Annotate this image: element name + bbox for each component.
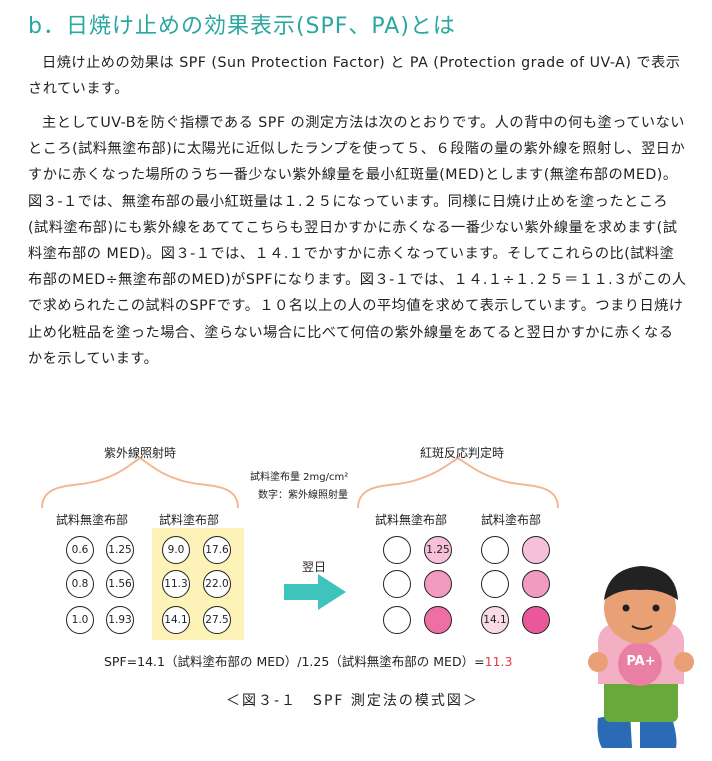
result-circle [383,606,411,634]
spf-formula: SPF=14.1（試料塗布部の MED）/1.25（試料無塗布部の MED）=1… [104,651,512,670]
dose-circle: 17.6 [203,536,231,564]
dose-circle: 1.93 [106,606,134,634]
dose-circle: 0.6 [66,536,94,564]
dose-circle: 14.1 [162,606,190,634]
result-circle: 1.25 [424,536,452,564]
label-result-untreated-area: 試料無塗布部 [375,513,448,527]
result-circle [522,570,550,598]
label-next-day: 翌日 [302,560,327,574]
dose-circle: 1.25 [106,536,134,564]
spf-formula-result: 11.3 [484,654,513,669]
dose-circle: 1.0 [66,606,94,634]
left-brace [41,456,239,509]
result-circle [481,536,509,564]
note-numbers-legend: 数字：紫外線照射量 [258,490,348,501]
next-day-arrow [284,574,346,610]
result-circle [383,570,411,598]
result-circle [522,606,550,634]
right-brace [357,456,559,509]
label-untreated-area: 試料無塗布部 [56,513,129,527]
dose-circle: 9.0 [162,536,190,564]
dose-circle: 27.5 [203,606,231,634]
dose-circle: 1.56 [106,570,134,598]
result-circle [424,570,452,598]
dose-circle: 22.0 [203,570,231,598]
result-circle [522,536,550,564]
label-irradiation: 紫外線照射時 [104,446,177,460]
result-circle [481,570,509,598]
spf-formula-text: SPF=14.1（試料塗布部の MED）/1.25（試料無塗布部の MED）= [104,654,485,669]
label-evaluation: 紅斑反応判定時 [420,446,505,460]
label-treated-area: 試料塗布部 [159,513,220,527]
result-circle [424,606,452,634]
dose-circle: 0.8 [66,570,94,598]
dose-circle: 11.3 [162,570,190,598]
figure-caption: ＜図３-１ SPF 測定法の模式図＞ [226,693,479,709]
label-result-treated-area: 試料塗布部 [481,513,542,527]
result-circle [383,536,411,564]
figure-decorations [41,456,694,748]
mascot-badge: PA+ [626,654,656,669]
result-circle: 14.1 [481,606,509,634]
note-application-amount: 試料塗布量 2mg/cm² [250,472,349,483]
